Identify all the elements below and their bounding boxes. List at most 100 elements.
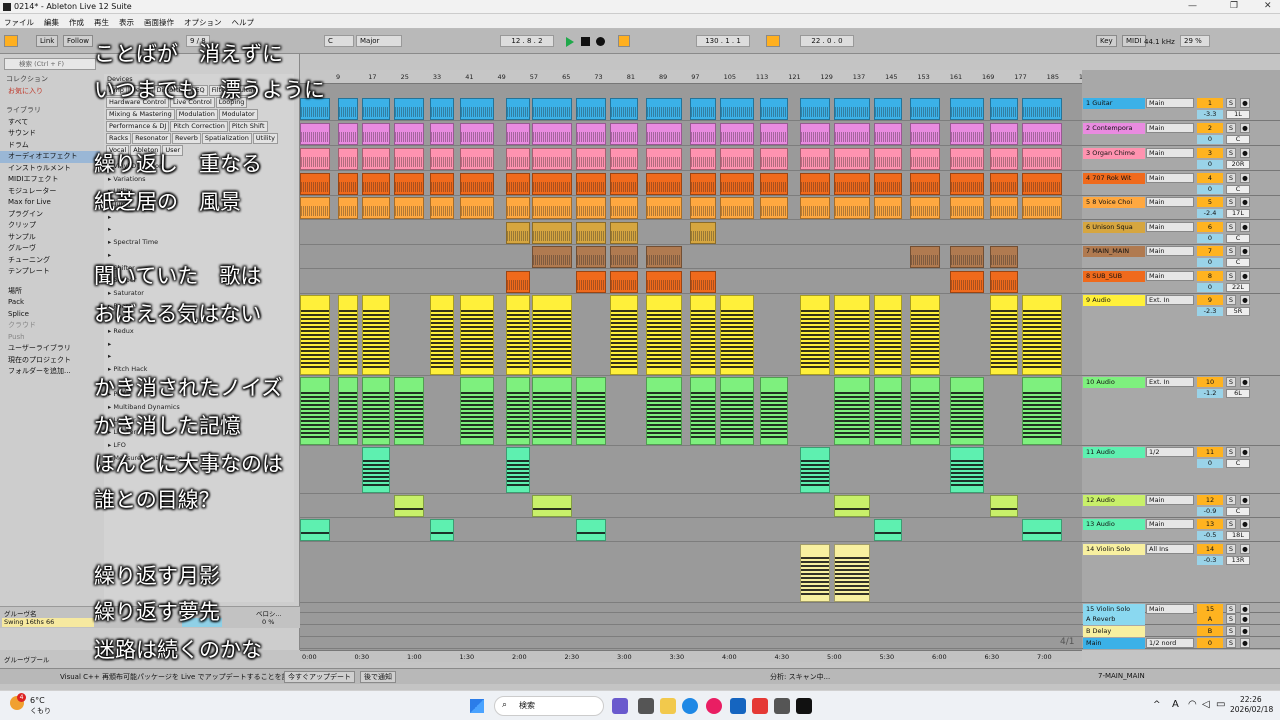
clip[interactable] <box>990 173 1018 195</box>
track-pan[interactable]: 17L <box>1226 209 1250 218</box>
clip[interactable] <box>506 98 530 120</box>
clip[interactable] <box>460 295 494 375</box>
solo-button[interactable]: S <box>1226 123 1236 133</box>
sidebar-item-tuning[interactable]: チューニング <box>0 255 100 267</box>
track-name[interactable]: 6 Unison Squa <box>1083 222 1145 233</box>
track-activator[interactable]: 13 <box>1197 519 1223 529</box>
clip[interactable] <box>760 98 788 120</box>
clip[interactable] <box>874 148 902 170</box>
clip[interactable] <box>834 197 870 219</box>
track-name[interactable]: 12 Audio <box>1083 495 1145 506</box>
clip[interactable] <box>576 377 606 445</box>
track-pan[interactable]: C <box>1226 185 1250 194</box>
record-icon[interactable] <box>596 37 605 46</box>
arm-button[interactable]: ● <box>1240 295 1250 305</box>
track-header[interactable]: B Delay B S ● <box>1082 625 1280 637</box>
track-name[interactable]: 5 8 Voice Choi <box>1083 197 1145 208</box>
track-lane[interactable] <box>300 637 1082 649</box>
sidebar-item-drums[interactable]: ドラム <box>0 140 100 152</box>
clip[interactable] <box>990 98 1018 120</box>
sidebar-item-grooves[interactable]: グルーヴ <box>0 243 100 255</box>
solo-button[interactable]: S <box>1226 614 1236 624</box>
clip[interactable] <box>910 123 940 145</box>
clip[interactable] <box>910 173 940 195</box>
menu-view[interactable]: 表示 <box>115 14 140 28</box>
device-list-item[interactable]: ▸ <box>104 350 294 363</box>
clip[interactable] <box>576 98 606 120</box>
arm-button[interactable]: ● <box>1240 222 1250 232</box>
track-header[interactable]: 15 Violin Solo Main 15 S ● <box>1082 603 1280 615</box>
track-header[interactable]: 13 Audio Main 13 S ● -0.5 18L <box>1082 518 1280 542</box>
ableton-live-icon[interactable] <box>796 698 812 714</box>
clip[interactable] <box>646 377 682 445</box>
track-activator[interactable]: 9 <box>1197 295 1223 305</box>
device-tag[interactable]: Pitch Correction <box>170 121 228 132</box>
arm-button[interactable]: ● <box>1240 148 1250 158</box>
track-io-select[interactable]: Ext. In <box>1146 295 1194 305</box>
clip[interactable] <box>690 148 716 170</box>
track-pan[interactable]: 18L <box>1226 531 1250 540</box>
device-tag[interactable]: Racks <box>106 133 132 144</box>
track-activator[interactable]: B <box>1197 626 1223 636</box>
arm-button[interactable]: ● <box>1240 271 1250 281</box>
clip[interactable] <box>834 98 870 120</box>
clip[interactable] <box>506 377 530 445</box>
clip[interactable] <box>430 148 454 170</box>
clip[interactable] <box>910 98 940 120</box>
track-activator[interactable]: 8 <box>1197 271 1223 281</box>
clip[interactable] <box>610 246 638 268</box>
clip[interactable] <box>874 295 902 375</box>
sidebar-item-add-folder[interactable]: フォルダーを追加... <box>0 366 100 378</box>
solo-button[interactable]: S <box>1226 148 1236 158</box>
clip[interactable] <box>646 295 682 375</box>
menu-create[interactable]: 作成 <box>65 14 90 28</box>
midi-map-button[interactable]: MIDI <box>1122 35 1146 47</box>
track-lane[interactable] <box>300 172 1082 196</box>
track-volume[interactable]: -0.3 <box>1197 556 1223 565</box>
clip[interactable] <box>800 544 830 602</box>
clip[interactable] <box>506 197 530 219</box>
clip[interactable] <box>460 123 494 145</box>
clip[interactable] <box>646 197 682 219</box>
arm-button[interactable]: ● <box>1240 246 1250 256</box>
sidebar-item-clips[interactable]: クリップ <box>0 220 100 232</box>
track-io-select[interactable]: 1/2 <box>1146 447 1194 457</box>
track-pan[interactable]: C <box>1226 234 1250 243</box>
track-header[interactable]: Main 1/2 nord 0 S ● <box>1082 637 1280 649</box>
sidebar-item-pack[interactable]: Pack <box>0 297 100 309</box>
clip[interactable] <box>1022 148 1062 170</box>
clip[interactable] <box>990 246 1018 268</box>
track-header[interactable]: 9 Audio Ext. In 9 S ● -2.3 5R <box>1082 294 1280 376</box>
track-io-select[interactable]: Main <box>1146 173 1194 183</box>
arm-button[interactable]: ● <box>1240 614 1250 624</box>
menu-play[interactable]: 再生 <box>90 14 115 28</box>
track-pan[interactable]: C <box>1226 459 1250 468</box>
clip[interactable] <box>394 197 424 219</box>
track-lane[interactable] <box>300 97 1082 121</box>
track-header[interactable]: 4 707 Rok Wit Main 4 S ● 0 C <box>1082 172 1280 196</box>
clip[interactable] <box>720 197 754 219</box>
track-header[interactable]: 11 Audio 1/2 11 S ● 0 C <box>1082 446 1280 494</box>
arm-button[interactable]: ● <box>1240 377 1250 387</box>
clip[interactable] <box>300 295 330 375</box>
clip[interactable] <box>910 246 940 268</box>
clip[interactable] <box>460 173 494 195</box>
device-tag[interactable]: Utility <box>252 133 279 144</box>
clip[interactable] <box>800 123 830 145</box>
taskbar-search-input[interactable]: 検索 <box>494 696 604 716</box>
clip[interactable] <box>576 519 606 541</box>
chrome-icon[interactable] <box>706 698 722 714</box>
track-volume[interactable]: 0 <box>1197 258 1223 267</box>
device-tag[interactable]: Pitch Shift <box>228 121 268 132</box>
track-header[interactable]: 7 MAIN_MAIN Main 7 S ● 0 C <box>1082 245 1280 269</box>
clip[interactable] <box>874 123 902 145</box>
track-volume[interactable]: -0.9 <box>1197 507 1223 516</box>
clip[interactable] <box>610 173 638 195</box>
overdub-icon[interactable] <box>618 35 630 47</box>
ime-indicator[interactable]: A <box>1172 699 1179 710</box>
clip[interactable] <box>576 222 606 244</box>
sidebar-item-cloud[interactable]: クラウド <box>0 320 100 332</box>
clip[interactable] <box>362 447 390 493</box>
track-io-select[interactable]: 1/2 nord <box>1146 638 1194 648</box>
device-tag[interactable]: Resonator <box>132 133 171 144</box>
